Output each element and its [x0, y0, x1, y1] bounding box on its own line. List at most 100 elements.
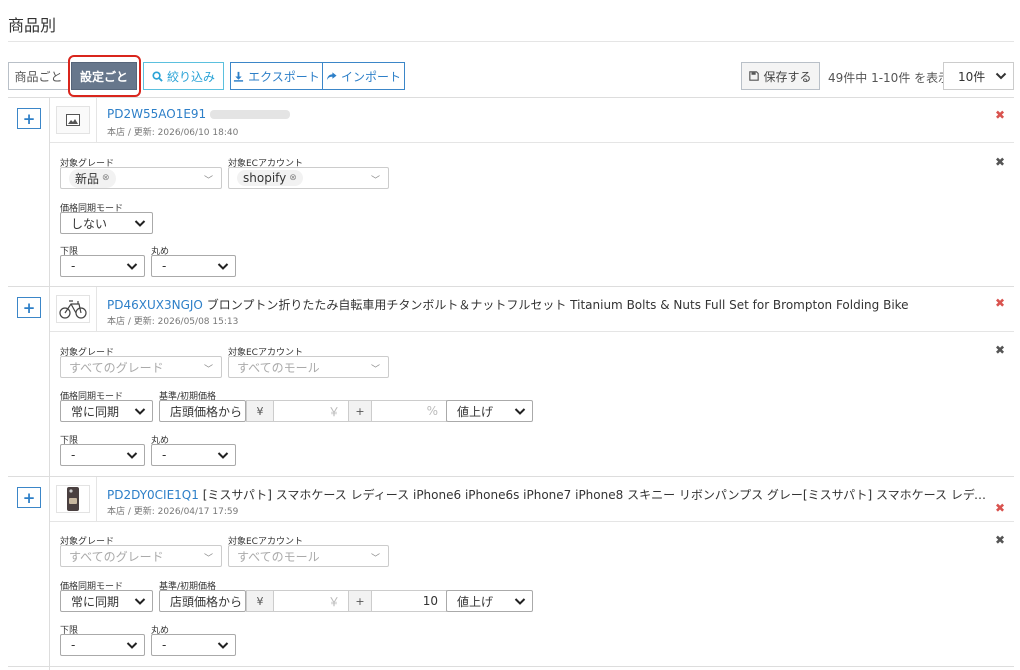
percent-input[interactable]: %	[371, 400, 447, 422]
adjust-select[interactable]: 値上げ	[446, 400, 533, 422]
highlight-outline	[68, 55, 141, 97]
header-underline	[50, 521, 1014, 522]
search-icon	[152, 70, 163, 82]
base-price-value: 店頭価格から	[170, 404, 243, 419]
adjust-value: 値上げ	[457, 404, 494, 419]
product-meta: 本店 / 更新: 2026/05/08 15:13	[107, 317, 239, 327]
rounding-select[interactable]: -	[151, 634, 236, 656]
account-tag-text: shopify	[243, 171, 287, 185]
ec-account-select[interactable]: すべてのモール ﹀	[228, 356, 389, 378]
product-code-link[interactable]: PD46XUX3NGJO	[107, 298, 203, 312]
grade-placeholder: すべてのグレード	[69, 360, 164, 375]
expand-button[interactable]: +	[17, 297, 41, 318]
rounding-select[interactable]: -	[151, 255, 236, 277]
lower-limit-select[interactable]: -	[60, 255, 145, 277]
rounding-select[interactable]: -	[151, 444, 236, 466]
save-button[interactable]: 保存する	[741, 62, 820, 90]
remove-tag-icon[interactable]: ⊗	[289, 173, 297, 183]
product-meta: 本店 / 更新: 2026/06/10 18:40	[107, 128, 239, 138]
import-button[interactable]: インポート	[322, 62, 405, 90]
export-button[interactable]: エクスポート	[230, 62, 323, 90]
sync-mode-select[interactable]: しない	[60, 212, 153, 234]
grade-tag: 新品 ⊗	[69, 168, 116, 188]
product-row: + PD2DY0CIE1Q1 [ミスサパト] スマホケース レディース iPho…	[8, 477, 1014, 667]
delete-row-icon[interactable]: ✖	[995, 108, 1005, 122]
product-meta: 本店 / 更新: 2026/04/17 17:59	[107, 507, 239, 517]
chevron-down-icon: ﹀	[203, 365, 213, 375]
product-name: ブロンプトン折りたたみ自転車用チタンボルト＆ナットフルセット Titanium …	[206, 298, 909, 312]
download-icon	[234, 71, 244, 82]
close-settings-icon[interactable]: ✖	[995, 155, 1005, 169]
chevron-down-icon	[995, 72, 1007, 80]
base-price-select[interactable]: 店頭価格から	[159, 400, 246, 422]
import-label: インポート	[340, 69, 401, 84]
bicycle-icon	[59, 300, 87, 319]
currency-addon: ¥	[246, 400, 274, 422]
phone-case-icon	[67, 487, 79, 511]
filter-button[interactable]: 絞り込み	[143, 62, 224, 90]
close-settings-icon[interactable]: ✖	[995, 343, 1005, 357]
share-arrow-icon	[326, 71, 337, 80]
product-row: + PD46XUX3NGJO ブロンプトン折りたたみ自転車用チタンボルト＆ナット…	[8, 287, 1014, 477]
grade-placeholder: すべてのグレード	[69, 549, 164, 564]
result-counter: 49件中 1-10件 を表示	[828, 71, 951, 85]
product-thumbnail	[56, 295, 90, 323]
per-page-value: 10件	[958, 69, 986, 84]
redacted-name	[210, 110, 291, 119]
plus-icon: +	[22, 298, 36, 317]
save-label: 保存する	[763, 69, 812, 84]
rounding-value: -	[162, 448, 167, 462]
grade-select[interactable]: すべてのグレード ﹀	[60, 356, 222, 378]
header-underline	[50, 331, 1014, 332]
by-product-button[interactable]: 商品ごと	[8, 62, 69, 90]
toolbar: 商品ごと 設定ごと 絞り込み エクスポート インポート 保存する 49件中 1-…	[8, 55, 1014, 97]
remove-tag-icon[interactable]: ⊗	[102, 173, 110, 183]
ec-account-select[interactable]: すべてのモール ﹀	[228, 545, 389, 567]
product-title: PD2DY0CIE1Q1 [ミスサパト] スマホケース レディース iPhone…	[107, 486, 997, 503]
rounding-value: -	[162, 259, 167, 273]
price-input[interactable]: ￥	[273, 590, 349, 612]
chevron-down-icon	[134, 408, 146, 415]
lower-limit-value: -	[71, 259, 76, 273]
chevron-down-icon	[134, 220, 146, 227]
product-title: PD2W55AO1E91	[107, 107, 997, 121]
chevron-down-icon	[217, 642, 229, 649]
close-settings-icon[interactable]: ✖	[995, 533, 1005, 547]
ec-account-select[interactable]: shopify ⊗ ﹀	[228, 167, 389, 189]
grade-tag-text: 新品	[75, 171, 100, 186]
delete-row-icon[interactable]: ✖	[995, 501, 1005, 515]
expand-button[interactable]: +	[17, 108, 41, 129]
per-page-select[interactable]: 10件	[943, 62, 1014, 90]
price-unit: ￥	[327, 594, 340, 609]
export-label: エクスポート	[248, 69, 320, 84]
lower-limit-select[interactable]: -	[60, 444, 145, 466]
grade-select[interactable]: すべてのグレード ﹀	[60, 545, 222, 567]
percent-value: 10	[422, 594, 438, 608]
chevron-down-icon: ﹀	[203, 554, 213, 564]
product-code-link[interactable]: PD2W55AO1E91	[107, 107, 206, 121]
percent-input[interactable]: 10	[371, 590, 447, 612]
chevron-down-icon: ﹀	[203, 176, 213, 186]
currency-addon: ¥	[246, 590, 274, 612]
filter-label: 絞り込み	[166, 69, 215, 84]
percent-unit: %	[426, 404, 438, 418]
expand-button[interactable]: +	[17, 487, 41, 508]
grade-select[interactable]: 新品 ⊗ ﹀	[60, 167, 222, 189]
base-price-select[interactable]: 店頭価格から	[159, 590, 246, 612]
adjust-value: 値上げ	[457, 594, 494, 609]
adjust-select[interactable]: 値上げ	[446, 590, 533, 612]
title-divider	[8, 41, 1014, 42]
sync-mode-value: 常に同期	[71, 404, 120, 419]
product-code-link[interactable]: PD2DY0CIE1Q1	[107, 488, 199, 502]
sync-mode-select[interactable]: 常に同期	[60, 590, 153, 612]
chevron-down-icon	[514, 408, 526, 415]
delete-row-icon[interactable]: ✖	[995, 296, 1005, 310]
price-input[interactable]: ￥	[273, 400, 349, 422]
plus-addon: +	[348, 590, 372, 612]
price-unit: ￥	[327, 404, 340, 419]
chevron-down-icon	[217, 452, 229, 459]
image-placeholder-icon	[66, 114, 80, 126]
lower-limit-select[interactable]: -	[60, 634, 145, 656]
sync-mode-select[interactable]: 常に同期	[60, 400, 153, 422]
plus-icon: +	[22, 488, 36, 507]
